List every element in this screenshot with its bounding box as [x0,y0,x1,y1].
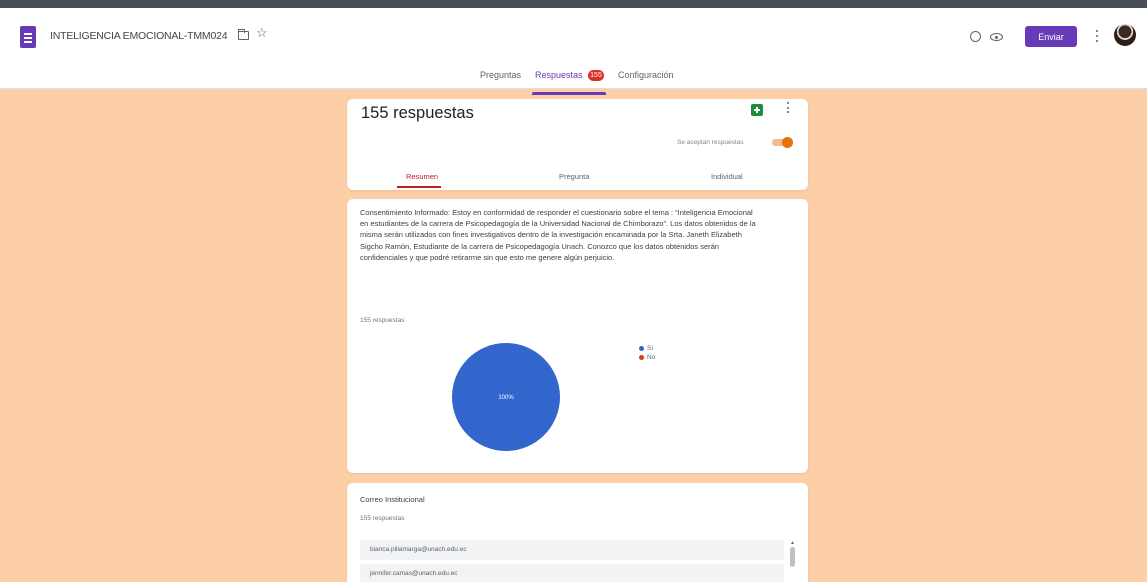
question-title: Correo Institucional [360,495,425,504]
responses-summary-card: 155 respuestas Se aceptan respuestas Res… [347,99,808,190]
question-responses-count: 155 respuestas [360,317,405,324]
subtab-question[interactable]: Pregunta [559,172,589,181]
scroll-thumb[interactable] [790,547,795,567]
tab-questions[interactable]: Preguntas [480,70,521,80]
subtab-summary[interactable]: Resumen [406,172,438,181]
scroll-up-icon[interactable]: ▲ [790,540,795,546]
subtab-individual[interactable]: Individual [711,172,743,181]
send-button[interactable]: Enviar [1025,26,1077,47]
question-title: Consentimiento Informado: Estoy en confo… [360,208,756,262]
consent-question-card: Consentimiento Informado: Estoy en confo… [347,199,808,473]
legend-label: Sí [647,345,654,352]
tab-responses[interactable]: Respuestas [535,70,583,80]
pie-chart: 100% [452,343,560,451]
legend-swatch [639,355,644,360]
palette-icon[interactable] [970,31,981,42]
accepting-responses-label: Se aceptan respuestas [677,139,744,146]
sheets-icon[interactable] [751,104,763,116]
forms-logo-icon[interactable] [20,26,36,48]
chart-legend: Sí No [639,344,655,362]
top-strip [0,0,1147,8]
responses-count-heading: 155 respuestas [361,104,474,122]
accepting-responses-toggle[interactable] [772,137,794,148]
tab-settings[interactable]: Configuración [618,70,674,80]
legend-swatch [639,346,644,351]
preview-icon[interactable] [990,33,1003,41]
avatar[interactable] [1114,24,1136,46]
legend-label: No [647,354,656,361]
star-icon[interactable]: ☆ [256,26,268,39]
card-more-icon[interactable] [787,102,789,116]
legend-item: Sí [639,344,655,353]
legend-item: No [639,353,655,362]
active-tab-indicator [532,92,606,95]
list-item: jennifer.camas@unach.edu.ec [360,564,784,582]
question-responses-count: 155 respuestas [360,515,405,522]
slice-percent-label: 100% [498,395,514,401]
active-subtab-indicator [397,186,441,188]
email-question-card: Correo Institucional 155 respuestas bian… [347,483,808,582]
list-item: bianca.pillamarga@unach.edu.ec [360,540,784,560]
document-title[interactable]: INTELIGENCIA EMOCIONAL-TMM024 [50,30,228,42]
folder-icon[interactable] [238,29,249,40]
app-header: INTELIGENCIA EMOCIONAL-TMM024 ☆ Enviar P… [0,8,1147,95]
toggle-knob [782,137,793,148]
list-scrollbar[interactable]: ▲ [789,540,796,582]
more-vert-icon[interactable] [1096,30,1098,42]
responses-count-badge: 155 [588,70,604,81]
